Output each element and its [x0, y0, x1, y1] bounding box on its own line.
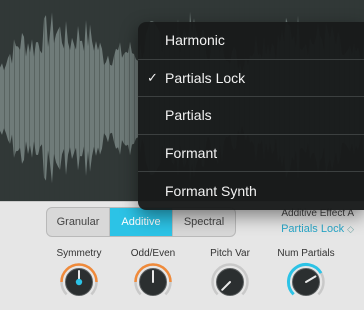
menu-item-partials-lock[interactable]: ✓ Partials Lock: [138, 60, 364, 98]
waveform-streak: [9, 0, 10, 201]
waveform-streak: [89, 0, 90, 201]
waveform-streak: [99, 0, 100, 201]
waveform-streak: [134, 0, 135, 201]
pitch-var-knob-group: Pitch Var: [190, 248, 270, 310]
waveform-streak: [29, 0, 30, 201]
menu-item-label: Harmonic: [165, 32, 225, 49]
symmetry-knob[interactable]: [59, 262, 99, 302]
menu-item-label: Formant: [165, 145, 218, 162]
waveform-streak: [114, 0, 115, 201]
menu-item-partials[interactable]: Partials: [138, 97, 364, 135]
menu-item-label: Partials Lock: [165, 69, 246, 86]
waveform-streak: [54, 0, 55, 201]
knob-center-dot: [75, 278, 83, 286]
num-partials-knob-group: Num Partials: [266, 248, 346, 310]
additive-effect-value-label: Partials Lock: [281, 223, 345, 235]
additive-effect-selector[interactable]: Additive Effect A Partials Lock ◇: [244, 208, 360, 236]
waveform-streak: [124, 0, 125, 201]
waveform-streak: [19, 0, 20, 201]
menu-item-formant[interactable]: Formant: [138, 135, 364, 173]
chevron-updown-icon: ◇: [347, 224, 354, 234]
menu-item-label: Partials: [165, 107, 212, 124]
menu-item-label: Formant Synth: [165, 183, 257, 200]
waveform-streak: [104, 0, 105, 201]
symmetry-label: Symmetry: [56, 248, 102, 259]
additive-effect-value[interactable]: Partials Lock ◇: [281, 223, 360, 235]
waveform-streak: [94, 0, 95, 201]
waveform-streak: [24, 0, 25, 201]
waveform-streak: [129, 0, 130, 201]
waveform-streak: [84, 0, 85, 201]
additive-effect-menu: Harmonic ✓ Partials Lock Partials Forman…: [138, 22, 364, 210]
menu-item-formant-synth[interactable]: Formant Synth: [138, 172, 364, 210]
waveform-streak: [39, 0, 40, 201]
waveform-streak: [109, 0, 110, 201]
menu-item-harmonic[interactable]: Harmonic: [138, 22, 364, 60]
mode-additive-button[interactable]: Additive: [110, 208, 173, 236]
odd-even-knob[interactable]: [133, 262, 173, 302]
waveform-streak: [14, 0, 15, 201]
waveform-streak: [49, 0, 50, 201]
pitch-var-knob[interactable]: [210, 262, 250, 302]
synthesis-mode-selector[interactable]: Granular Additive Spectral: [46, 207, 236, 237]
odd-even-label: Odd/Even: [130, 248, 176, 259]
mode-granular-button[interactable]: Granular: [47, 208, 110, 236]
waveform-streak: [44, 0, 45, 201]
num-partials-label: Num Partials: [277, 248, 335, 259]
num-partials-knob[interactable]: [286, 262, 326, 302]
waveform-streak: [79, 0, 80, 201]
waveform-streak: [74, 0, 75, 201]
waveform-streak: [4, 0, 5, 201]
mode-spectral-button[interactable]: Spectral: [173, 208, 235, 236]
symmetry-knob-group: Symmetry: [39, 248, 119, 310]
waveform-streak: [59, 0, 60, 201]
waveform-streak: [69, 0, 70, 201]
waveform-streak: [119, 0, 120, 201]
odd-even-knob-group: Odd/Even: [113, 248, 193, 310]
waveform-streak: [34, 0, 35, 201]
waveform-streak: [64, 0, 65, 201]
checkmark-icon: ✓: [147, 69, 158, 85]
pitch-var-label: Pitch Var: [210, 248, 250, 259]
